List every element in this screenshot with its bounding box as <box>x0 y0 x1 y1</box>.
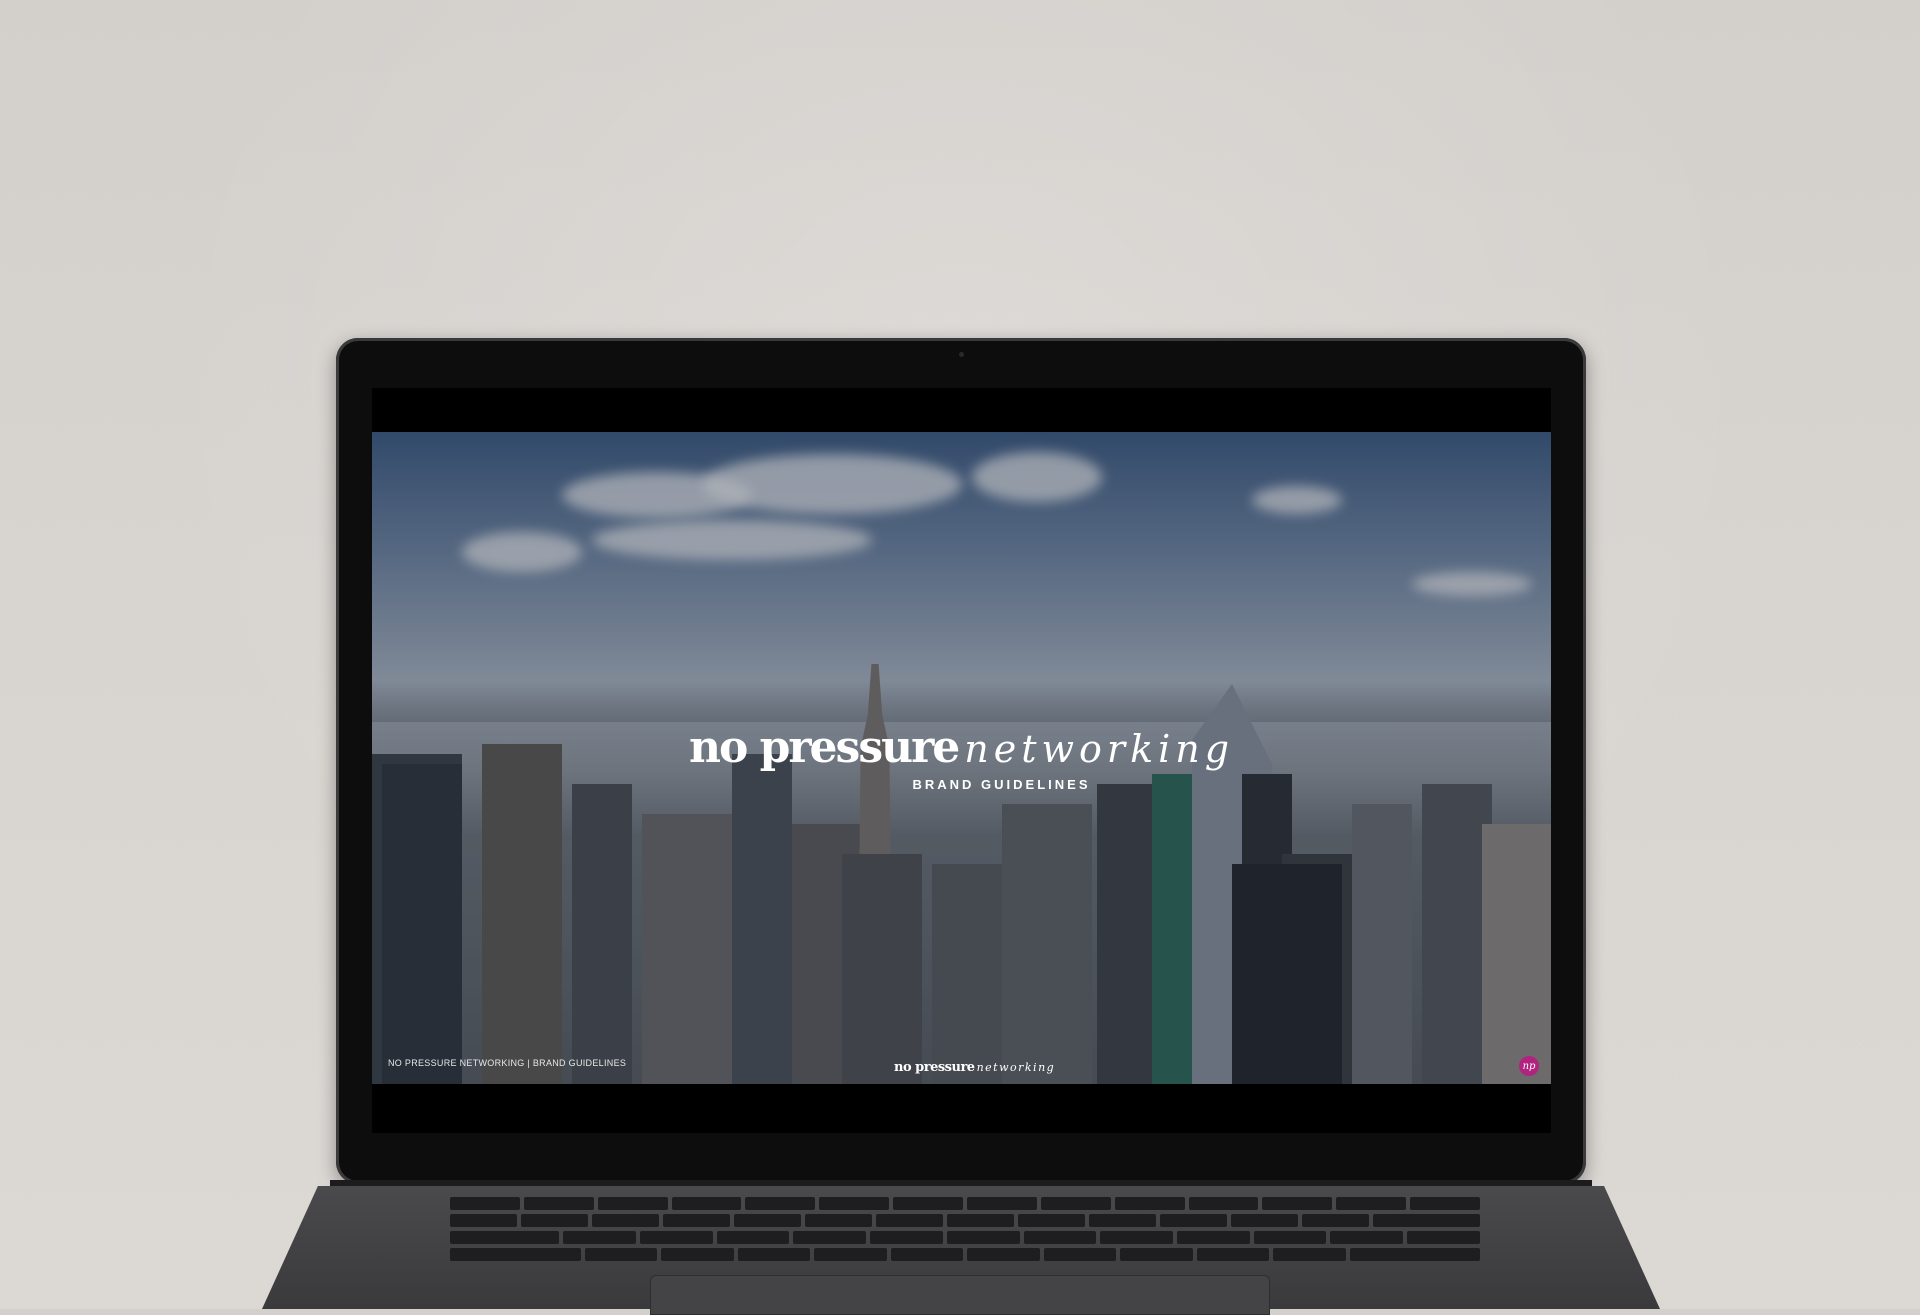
slide-subtitle: BRAND GUIDELINES <box>912 777 1091 792</box>
footer-logo-bold: no pressure <box>894 1060 975 1075</box>
webcam-icon <box>959 352 964 357</box>
brand-logo: no pressure networking BRAND GUIDELINES <box>372 722 1551 794</box>
np-badge-icon: np <box>1519 1056 1539 1076</box>
logo-wordmark-script: networking <box>964 727 1235 771</box>
footer-logo-script: networking <box>976 1061 1056 1074</box>
footer-logo: no pressure networking <box>894 1058 1055 1076</box>
keyboard <box>450 1197 1481 1267</box>
laptop-screen: no pressure networking BRAND GUIDELINES N… <box>372 388 1551 1133</box>
laptop-bezel: no pressure networking BRAND GUIDELINES N… <box>336 338 1586 1184</box>
trackpad <box>650 1275 1270 1315</box>
slide-footer-text: NO PRESSURE NETWORKING | BRAND GUIDELINE… <box>388 1058 627 1068</box>
logo-wordmark-bold: no pressure <box>688 722 960 773</box>
presentation-slide: no pressure networking BRAND GUIDELINES N… <box>372 432 1551 1084</box>
